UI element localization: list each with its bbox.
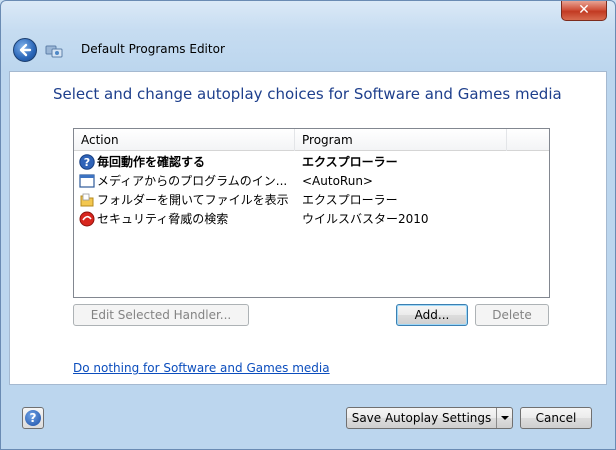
action-cell: 毎回動作を確認する <box>97 155 206 169</box>
action-cell: メディアからのプログラムのイン... <box>97 174 288 188</box>
handler-listview[interactable]: Action Program ? 毎回動作を確認する エクスプローラー メディア… <box>73 128 550 298</box>
column-header-action[interactable]: Action <box>74 129 295 151</box>
program-cell: エクスプローラー <box>302 193 398 207</box>
save-autoplay-settings-button[interactable]: Save Autoplay Settings <box>346 407 513 429</box>
close-icon: ✕ <box>578 2 590 18</box>
list-item[interactable]: セキュリティ脅威の検索 ウイルスバスター2010 <box>74 210 549 229</box>
save-button-label: Save Autoplay Settings <box>351 411 492 425</box>
security-icon <box>79 211 95 227</box>
chevron-down-icon <box>500 416 509 420</box>
list-item[interactable]: フォルダーを開いてファイルを表示 エクスプローラー <box>74 191 549 210</box>
help-icon: ? <box>25 410 41 426</box>
list-item[interactable]: ? 毎回動作を確認する エクスプローラー <box>74 153 549 172</box>
window-title: Default Programs Editor <box>81 42 225 56</box>
add-button[interactable]: Add... <box>396 304 468 326</box>
cancel-button[interactable]: Cancel <box>520 407 592 429</box>
window-icon <box>79 174 95 188</box>
program-cell: エクスプローラー <box>302 155 398 169</box>
svg-text:?: ? <box>84 156 90 169</box>
action-cell: フォルダーを開いてファイルを表示 <box>97 193 289 207</box>
dialog-window: ✕ Default Programs Editor Select and cha… <box>0 0 616 450</box>
do-nothing-link[interactable]: Do nothing for Software and Games media <box>73 361 330 375</box>
column-header-program[interactable]: Program <box>295 129 507 151</box>
close-button[interactable]: ✕ <box>561 1 607 21</box>
program-cell: <AutoRun> <box>302 174 373 188</box>
back-arrow-icon <box>19 43 32 57</box>
list-item[interactable]: メディアからのプログラムのイン... <AutoRun> <box>74 172 549 191</box>
content-pane: Select and change autoplay choices for S… <box>9 71 607 385</box>
action-cell: セキュリティ脅威の検索 <box>97 212 229 226</box>
column-header-spacer <box>507 129 549 151</box>
back-button[interactable] <box>13 38 37 62</box>
control-panel-icon <box>45 45 63 58</box>
edit-selected-handler-button[interactable]: Edit Selected Handler... <box>73 304 249 326</box>
delete-button[interactable]: Delete <box>475 304 549 326</box>
folder-icon <box>80 193 94 207</box>
help-button[interactable]: ? <box>22 407 44 429</box>
save-dropdown-toggle[interactable] <box>496 408 512 428</box>
list-header: Action Program <box>74 129 549 151</box>
program-cell: ウイルスバスター2010 <box>302 212 429 226</box>
page-heading: Select and change autoplay choices for S… <box>53 85 562 103</box>
question-icon: ? <box>79 154 95 170</box>
